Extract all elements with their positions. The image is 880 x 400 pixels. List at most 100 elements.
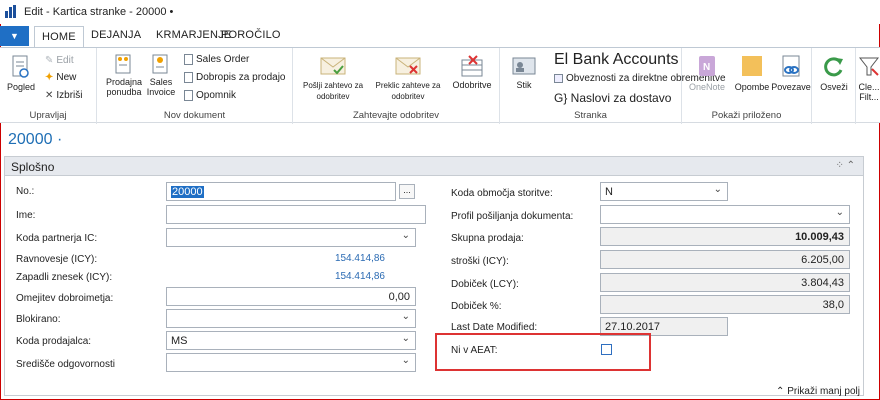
profil-label: Profil pošiljanja dokumenta: xyxy=(451,211,574,222)
app-logo-icon xyxy=(5,5,18,18)
invoice-icon xyxy=(152,54,168,74)
sredisce-select[interactable]: ⌄ xyxy=(166,353,416,372)
page-title: 20000 · xyxy=(8,131,63,148)
koda-obmocja-value: N xyxy=(605,186,613,198)
chevron-up-icon: ⌃ xyxy=(776,386,785,397)
opomnik-button[interactable]: Opomnik xyxy=(184,90,236,101)
delete-icon: ✕ xyxy=(45,90,54,101)
odobritve-button[interactable]: Odobritve xyxy=(449,54,495,90)
zapadli-label: Zapadli znesek (ICY): xyxy=(16,272,113,283)
koda-prodajalca-label: Koda prodajalca: xyxy=(16,336,92,347)
chevron-down-icon: ⌄ xyxy=(401,355,410,366)
blokirano-select[interactable]: ⌄ xyxy=(166,309,416,328)
clear-filter-button[interactable]: Cle... Filt... xyxy=(858,54,880,102)
tab-home[interactable]: HOME xyxy=(34,26,84,48)
omejitev-label: Omejitev dobroimetja: xyxy=(16,293,114,304)
delete-button[interactable]: ✕ Izbriši xyxy=(45,90,83,101)
ravnovesje-label: Ravnovesje (ICY): xyxy=(16,254,98,265)
koda-prodajalca-value: MS xyxy=(171,335,188,347)
naslovi-button[interactable]: G} Naslovi za dostavo xyxy=(554,91,671,105)
zapadli-value[interactable]: 154.414,86 xyxy=(290,271,385,282)
quote-icon xyxy=(115,54,131,74)
stroski-field: 6.205,00 xyxy=(600,250,850,269)
sales-invoice-button[interactable]: Sales Invoice xyxy=(144,53,178,97)
order-icon xyxy=(184,54,193,65)
dobicek-field: 3.804,43 xyxy=(600,273,850,292)
opombe-button[interactable]: Opombe xyxy=(734,54,770,92)
no-assist-button[interactable]: ... xyxy=(399,184,415,199)
tab-porocilo[interactable]: POROČILO xyxy=(221,29,281,41)
blokirano-label: Blokirano: xyxy=(16,314,61,325)
direct-debit-icon xyxy=(554,73,563,83)
stik-label: Stik xyxy=(516,80,532,90)
ni-v-aeat-label: Ni v AEAT: xyxy=(451,345,498,356)
fasttab-options-icon[interactable]: ⁘ ⌃ xyxy=(835,160,855,171)
no-field[interactable]: 20000 xyxy=(166,182,396,201)
last-modified-label: Last Date Modified: xyxy=(451,322,538,333)
koda-partnerja-label: Koda partnerja IC: xyxy=(16,233,98,244)
contact-icon xyxy=(512,57,536,75)
dobicek-pct-value: 38,0 xyxy=(822,299,844,311)
dobropis-label: Dobropis za prodajo xyxy=(196,72,286,84)
group-pokazi-prilozeno-label: Pokaži priloženo xyxy=(711,110,782,121)
omejitev-field[interactable]: 0,00 xyxy=(166,287,416,306)
edit-icon: ✎ xyxy=(45,55,54,66)
view-icon xyxy=(12,55,29,78)
new-button[interactable]: ✦ New xyxy=(45,72,76,83)
group-nov-dokument: Prodajna ponudba Sales Invoice Sales Ord… xyxy=(97,48,293,124)
povezave-button[interactable]: Povezave xyxy=(771,54,811,92)
sredisce-label: Središče odgovornosti xyxy=(16,359,115,370)
prodajna-ponudba-label: Prodajna ponudba xyxy=(105,77,143,97)
ni-v-aeat-checkbox[interactable] xyxy=(601,344,612,355)
ime-field[interactable] xyxy=(166,205,426,224)
dobicek-label: Dobiček (LCY): xyxy=(451,279,519,290)
delete-label: Izbriši xyxy=(56,90,83,102)
preklic-zahteve-label: Preklic zahteve za odobritev xyxy=(375,81,441,101)
skupna-prodaja-label: Skupna prodaja: xyxy=(451,233,524,244)
svg-text:N: N xyxy=(703,62,710,73)
notes-icon xyxy=(742,56,762,76)
pogled-button[interactable]: Pogled xyxy=(4,54,38,92)
dobropis-button[interactable]: Dobropis za prodajo xyxy=(184,72,286,83)
poslji-zahtevo-button[interactable]: Pošlji zahtevo za odobritev xyxy=(299,54,367,102)
skupna-prodaja-value: 10.009,43 xyxy=(795,231,844,243)
prodajna-ponudba-button[interactable]: Prodajna ponudba xyxy=(102,53,146,97)
koda-obmocja-select[interactable]: N ⌄ xyxy=(600,182,728,201)
bank-accounts-button[interactable]: El Bank Accounts xyxy=(554,51,679,69)
links-icon xyxy=(782,55,800,77)
dobicek-pct-field: 38,0 xyxy=(600,295,850,314)
edit-button[interactable]: ✎ Edit xyxy=(45,55,74,66)
clear-filter-label: Cle... Filt... xyxy=(858,82,880,102)
preklic-zahteve-button[interactable]: Preklic zahteve za odobritev xyxy=(373,54,443,102)
sales-order-button[interactable]: Sales Order xyxy=(184,54,249,65)
stik-button[interactable]: Stik xyxy=(504,54,544,90)
tab-dejanja[interactable]: DEJANJA xyxy=(91,29,141,41)
skupna-prodaja-field: 10.009,43 xyxy=(600,227,850,246)
omejitev-value: 0,00 xyxy=(388,291,410,303)
koda-obmocja-label: Koda območja storitve: xyxy=(451,188,553,199)
show-less-link[interactable]: ⌃ Prikaži manj polj xyxy=(776,386,860,397)
profil-select[interactable]: ⌄ xyxy=(600,205,850,224)
group-pokazi-prilozeno: N OneNote Opombe Povezave Pokaži prilože… xyxy=(682,48,812,124)
no-label: No.: xyxy=(16,186,35,197)
chevron-down-icon: ⌄ xyxy=(401,311,410,322)
last-modified-value: 27.10.2017 xyxy=(605,321,661,333)
group-nov-dokument-label: Nov dokument xyxy=(163,110,226,121)
chevron-down-icon: ⌄ xyxy=(713,184,722,195)
ravnovesje-value[interactable]: 154.414,86 xyxy=(290,253,385,264)
fasttab-header[interactable]: Splošno ⁘ ⌃ xyxy=(5,157,863,176)
ribbon: Pogled ✎ Edit ✦ New ✕ Izbriši Upravljaj Pro… xyxy=(0,47,880,124)
koda-partnerja-select[interactable]: ⌄ xyxy=(166,228,416,247)
app-menu-button[interactable]: ▼ xyxy=(0,26,29,46)
opombe-label: Opombe xyxy=(734,82,770,92)
group-upravljaj: Pogled ✎ Edit ✦ New ✕ Izbriši Upravljaj xyxy=(0,48,97,124)
new-icon: ✦ xyxy=(45,72,54,83)
koda-prodajalca-select[interactable]: MS ⌄ xyxy=(166,331,416,350)
chevron-down-icon: ⌄ xyxy=(401,230,410,241)
reminder-icon xyxy=(184,90,193,101)
onenote-button[interactable]: N OneNote xyxy=(686,54,728,92)
group-stranka: Stik El Bank Accounts Obveznosti za dire… xyxy=(500,48,726,124)
stroski-label: stroški (ICY): xyxy=(451,256,509,267)
stroski-value: 6.205,00 xyxy=(801,254,844,266)
osvezi-button[interactable]: Osveži xyxy=(814,54,854,92)
